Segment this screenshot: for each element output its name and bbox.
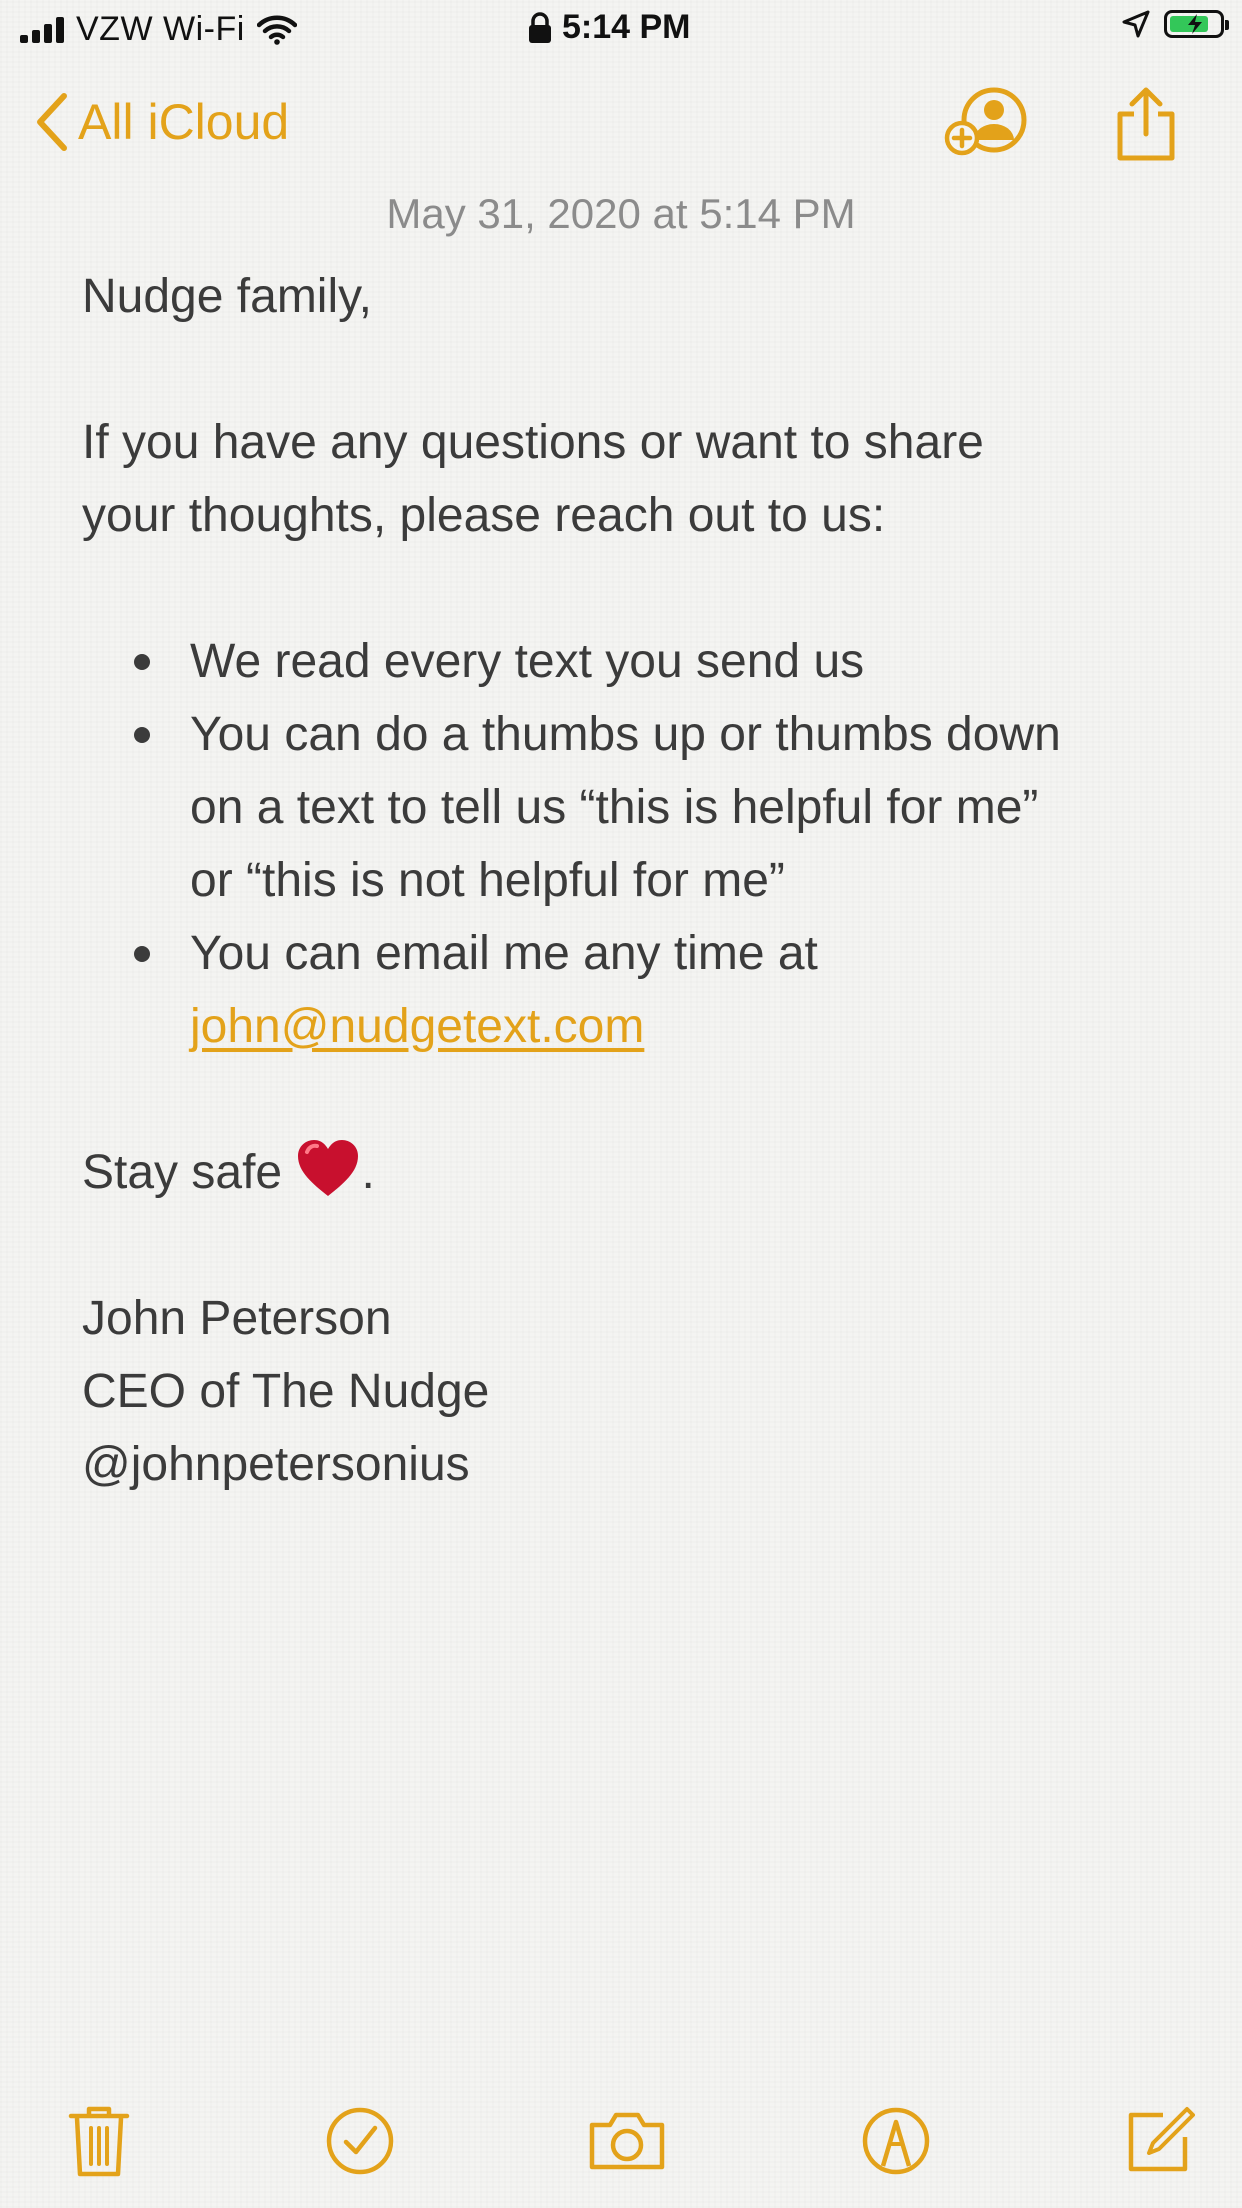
bullet-item: We read every text you send us [82, 625, 1182, 698]
markup-icon[interactable] [851, 2096, 941, 2186]
carrier-label: VZW Wi-Fi [76, 10, 245, 48]
compose-icon[interactable] [1114, 2096, 1204, 2186]
intro-line-1: If you have any questions or want to sha… [82, 416, 984, 469]
location-icon [1122, 10, 1150, 38]
bullet-dot-icon [134, 946, 150, 962]
battery-icon [1164, 10, 1229, 38]
status-bar: VZW Wi-Fi 5:14 PM [0, 0, 1242, 60]
status-center: 5:14 PM [528, 8, 691, 47]
intro-line-2: your thoughts, please reach out to us: [82, 489, 886, 542]
bullet-dot-icon [134, 727, 150, 743]
add-people-icon[interactable] [944, 86, 1028, 163]
signature-handle: @johnpetersonius [82, 1438, 470, 1491]
back-button[interactable]: All iCloud [34, 92, 289, 152]
heart-icon [298, 1140, 359, 1196]
back-label: All iCloud [78, 94, 290, 150]
bullet-dot-icon [134, 654, 150, 670]
bottom-toolbar [0, 2096, 1242, 2186]
bullet-2-line-3: or “this is not helpful for me” [190, 854, 785, 907]
bullet-item: You can do a thumbs up or thumbs down on… [82, 698, 1182, 917]
bullet-2-line-1: You can do a thumbs up or thumbs down [190, 708, 1061, 761]
note-date: May 31, 2020 at 5:14 PM [386, 190, 856, 237]
checklist-icon[interactable] [315, 2096, 405, 2186]
closing-line: Stay safe . [82, 1136, 1182, 1209]
share-icon[interactable] [1114, 86, 1178, 167]
wifi-icon [256, 15, 297, 45]
bullet-item: You can email me any time at john@nudget… [82, 917, 1182, 1063]
lock-icon [529, 11, 551, 43]
email-link[interactable]: john@nudgetext.com [190, 1000, 644, 1053]
bullet-3-line-1: You can email me any time at [190, 927, 818, 980]
status-right [1122, 10, 1229, 38]
status-time: 5:14 PM [562, 8, 691, 46]
signature-name: John Peterson [82, 1292, 392, 1345]
greeting-line: Nudge family, [82, 270, 372, 323]
note-body[interactable]: Nudge family, If you have any questions … [82, 260, 1182, 1501]
signal-icon [20, 16, 64, 43]
closing-period: . [361, 1146, 375, 1199]
nav-bar: All iCloud [0, 78, 1242, 178]
camera-icon[interactable] [582, 2096, 672, 2186]
bullet-1-text: We read every text you send us [190, 635, 865, 688]
status-left: VZW Wi-Fi [20, 10, 297, 49]
closing-text: Stay safe [82, 1146, 296, 1199]
bullet-2-line-2: on a text to tell us “this is helpful fo… [190, 781, 1039, 834]
trash-icon[interactable] [54, 2096, 144, 2186]
chevron-left-icon [37, 93, 67, 151]
signature-title: CEO of The Nudge [82, 1365, 490, 1418]
